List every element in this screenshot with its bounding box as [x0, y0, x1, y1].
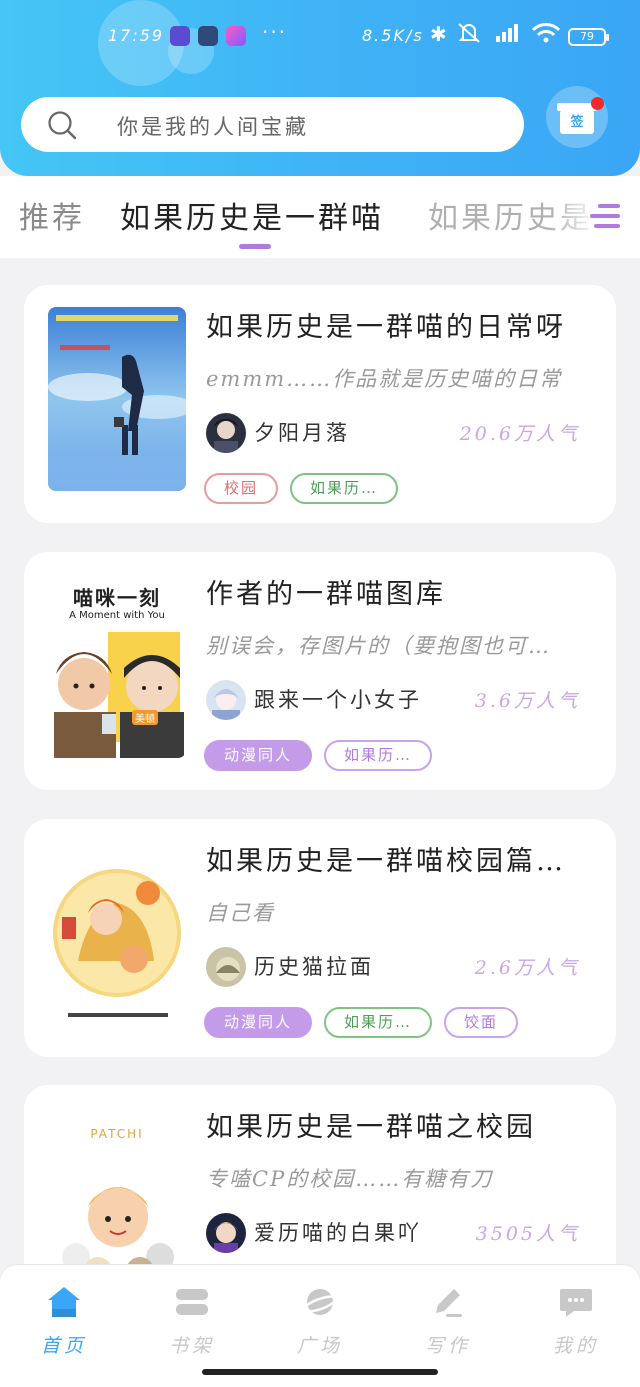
tab-label: 广场: [296, 1335, 343, 1357]
settings-notification-icon: [198, 26, 218, 46]
author-avatar: [206, 680, 246, 720]
tag-list: 校园 如果历…: [204, 473, 410, 505]
sign-in-label: 签: [560, 110, 594, 134]
home-indicator: [202, 1369, 438, 1375]
cover-title: PATCHI: [90, 1127, 144, 1141]
tab-write[interactable]: 写作: [408, 1285, 488, 1358]
search-placeholder: 你是我的人间宝藏: [117, 115, 309, 139]
author-name: 跟来一个小女子: [254, 688, 422, 712]
cover-title: 喵咪一刻: [73, 586, 161, 610]
tag-list: 动漫同人 如果历…: [204, 740, 444, 772]
chat-bubble-icon: [560, 1289, 592, 1317]
tab-bookshelf[interactable]: 书架: [152, 1285, 232, 1358]
book-title: 如果历史是一群喵校园篇…: [206, 846, 566, 877]
tag-list: 动漫同人 如果历… 饺面: [204, 1007, 530, 1039]
book-card[interactable]: 如果历史是一群喵的日常呀 emmm……作品就是历史喵的日常 夕阳月落 20.6万…: [24, 285, 616, 523]
search-icon: [48, 111, 77, 140]
tag[interactable]: 如果历…: [324, 1007, 433, 1038]
status-bar: 17:59 ··· 8.5K/s ✱ 79: [0, 18, 640, 58]
author-avatar: [206, 413, 246, 453]
author-avatar: [206, 1213, 246, 1253]
tab-home[interactable]: 首页: [24, 1285, 104, 1358]
bookshelf-icon: [176, 1289, 208, 1315]
book-title: 如果历史是一群喵的日常呀: [206, 312, 566, 343]
notification-dot: [591, 97, 604, 110]
wifi-icon: [531, 22, 561, 49]
book-description: 别误会，存图片的（要抱图也可…: [206, 634, 551, 658]
tab-label: 我的: [552, 1335, 599, 1357]
author-name: 夕阳月落: [254, 421, 350, 445]
cover-subtitle: A Moment with You: [69, 610, 165, 621]
book-description: 专嗑CP的校园……有糖有刀: [206, 1167, 494, 1191]
mute-icon: [457, 22, 481, 49]
planet-icon: [302, 1289, 338, 1315]
book-cover[interactable]: [48, 307, 186, 491]
tab-profile[interactable]: 我的: [536, 1285, 616, 1358]
tag[interactable]: 如果历…: [290, 473, 399, 504]
tab-label: 首页: [40, 1335, 87, 1357]
author-name: 历史猫拉面: [254, 955, 374, 979]
author-name: 爱历喵的白果吖: [254, 1221, 422, 1245]
header: 17:59 ··· 8.5K/s ✱ 79 你是我的人间宝藏 签: [0, 0, 640, 176]
more-notifications-icon: ···: [262, 20, 288, 44]
pen-icon: [436, 1289, 462, 1317]
book-card[interactable]: PATCHI 如果历史是一群喵之校园 专嗑CP的校园……有糖有刀 爱历喵的白果吖…: [24, 1085, 616, 1264]
book-description: emmm……作品就是历史喵的日常: [206, 367, 563, 391]
tag[interactable]: 饺面: [444, 1007, 519, 1038]
active-tab-indicator: [239, 244, 271, 249]
search-bar[interactable]: 你是我的人间宝藏: [21, 97, 524, 152]
book-cover[interactable]: PATCHI: [48, 1107, 186, 1264]
book-card[interactable]: 如果历史是一群喵校园篇… 自己看 历史猫拉面 2.6万人气 动漫同人 如果历… 饺面: [24, 819, 616, 1057]
popularity: 3.6万人气: [474, 690, 580, 712]
book-list: 如果历史是一群喵的日常呀 emmm……作品就是历史喵的日常 夕阳月落 20.6万…: [0, 258, 640, 1264]
book-cover[interactable]: 喵咪一刻 A Moment with You 美顿: [48, 574, 186, 758]
tag[interactable]: 动漫同人: [204, 1007, 313, 1038]
status-time: 17:59: [108, 26, 165, 45]
signal-icon: [490, 22, 524, 49]
tab-square[interactable]: 广场: [280, 1285, 360, 1358]
tab-label: 写作: [424, 1335, 471, 1357]
network-speed: 8.5K/s: [362, 26, 424, 45]
tab-history-cats[interactable]: 如果历史是一群喵: [120, 193, 384, 237]
popularity: 2.6万人气: [474, 957, 580, 979]
tag[interactable]: 如果历…: [324, 740, 433, 771]
author-avatar: [206, 947, 246, 987]
book-title: 如果历史是一群喵之校园: [206, 1112, 536, 1143]
app-notification-icon: [170, 26, 190, 46]
tag[interactable]: 动漫同人: [204, 740, 313, 771]
popularity: 20.6万人气: [459, 423, 580, 445]
tab-label: 书架: [168, 1335, 215, 1357]
app-notification-icon: [226, 26, 246, 46]
popularity: 3505人气: [475, 1223, 580, 1245]
tab-recommend[interactable]: 推荐: [19, 193, 85, 237]
tag[interactable]: 校园: [204, 473, 279, 504]
category-tabs: 推荐 如果历史是一群喵 如果历史是: [0, 176, 640, 258]
bluetooth-icon: ✱: [430, 22, 447, 46]
book-card[interactable]: 喵咪一刻 A Moment with You 美顿 作者的一群喵图库 别误会，存…: [24, 552, 616, 790]
book-description: 自己看: [206, 901, 275, 925]
battery-indicator: 79: [568, 28, 609, 46]
sign-in-button[interactable]: 签: [546, 86, 608, 148]
home-icon: [48, 1287, 80, 1317]
cover-badge: 美顿: [132, 710, 158, 725]
book-cover[interactable]: [48, 841, 186, 1025]
category-menu-icon[interactable]: [588, 200, 620, 232]
book-title: 作者的一群喵图库: [206, 579, 446, 610]
